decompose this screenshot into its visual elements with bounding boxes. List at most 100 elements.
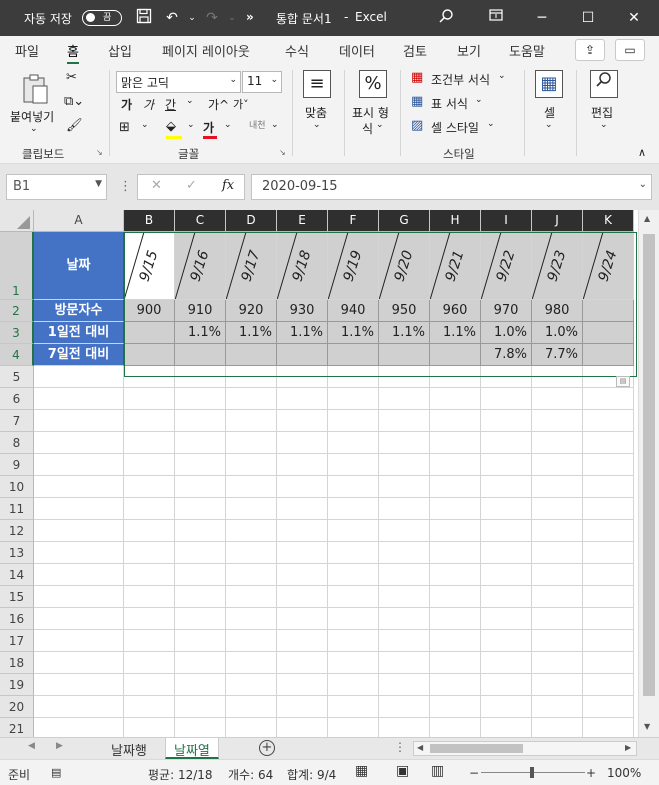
cell-i14[interactable]	[481, 564, 532, 586]
cell-c7[interactable]	[175, 410, 226, 432]
prev-sheet-icon[interactable]: ◀	[28, 741, 35, 751]
horizontal-scroll-thumb[interactable]	[430, 744, 523, 753]
cell-e5[interactable]	[277, 366, 328, 388]
cell-b20[interactable]	[124, 696, 175, 718]
column-header-a[interactable]: A	[34, 210, 124, 232]
cell-j3[interactable]: 1.0%	[532, 322, 583, 344]
chevron-down-icon[interactable]: ⌄	[600, 120, 608, 130]
cell-a11[interactable]	[34, 498, 124, 520]
cell-j15[interactable]	[532, 586, 583, 608]
cell-d11[interactable]	[226, 498, 277, 520]
name-box[interactable]: B1 ▼	[6, 174, 107, 200]
cell-e1[interactable]: 9/18	[277, 232, 328, 300]
cell-h6[interactable]	[430, 388, 481, 410]
cell-j5[interactable]	[532, 366, 583, 388]
cell-d2[interactable]: 920	[226, 300, 277, 322]
cell-j8[interactable]	[532, 432, 583, 454]
row-header-10[interactable]: 10	[0, 476, 34, 498]
cell-k4[interactable]	[583, 344, 634, 366]
cell-b5[interactable]	[124, 366, 175, 388]
column-header-g[interactable]: G	[379, 210, 430, 232]
tab-help[interactable]: 도움말	[509, 41, 545, 60]
cell-j21[interactable]	[532, 718, 583, 737]
maximize-icon[interactable]: ☐	[578, 8, 598, 28]
sheet-tab-date-column[interactable]: 날짜열	[165, 738, 219, 759]
cell-b7[interactable]	[124, 410, 175, 432]
cell-c13[interactable]	[175, 542, 226, 564]
cell-b12[interactable]	[124, 520, 175, 542]
cell-c2[interactable]: 910	[175, 300, 226, 322]
undo-icon[interactable]: ↶	[162, 8, 182, 28]
cell-e9[interactable]	[277, 454, 328, 476]
row-header-7[interactable]: 7	[0, 410, 34, 432]
cell-j12[interactable]	[532, 520, 583, 542]
cell-j13[interactable]	[532, 542, 583, 564]
cell-j14[interactable]	[532, 564, 583, 586]
cell-styles-button[interactable]: 셀 스타일	[431, 119, 479, 136]
format-painter-icon[interactable]: 🖌	[66, 118, 83, 133]
cell-h3[interactable]: 1.1%	[430, 322, 481, 344]
cell-g11[interactable]	[379, 498, 430, 520]
cell-h18[interactable]	[430, 652, 481, 674]
cell-c15[interactable]	[175, 586, 226, 608]
ribbon-display-icon[interactable]	[486, 8, 506, 28]
alignment-label[interactable]: 맞춤	[305, 104, 327, 121]
cell-g6[interactable]	[379, 388, 430, 410]
cell-k14[interactable]	[583, 564, 634, 586]
row-header-17[interactable]: 17	[0, 630, 34, 652]
cell-b17[interactable]	[124, 630, 175, 652]
cell-a19[interactable]	[34, 674, 124, 696]
sheet-tab-date-row[interactable]: 날짜행	[103, 738, 155, 759]
grow-font-button[interactable]: 가^	[208, 96, 229, 113]
cell-i16[interactable]	[481, 608, 532, 630]
font-name-select[interactable]: 맑은 고딕 ⌄	[116, 71, 241, 93]
cell-j11[interactable]	[532, 498, 583, 520]
cell-g18[interactable]	[379, 652, 430, 674]
cell-j9[interactable]	[532, 454, 583, 476]
normal-view-icon[interactable]: ▦	[355, 763, 368, 779]
cell-e19[interactable]	[277, 674, 328, 696]
cell-g8[interactable]	[379, 432, 430, 454]
row-header-18[interactable]: 18	[0, 652, 34, 674]
cell-d13[interactable]	[226, 542, 277, 564]
cell-j16[interactable]	[532, 608, 583, 630]
underline-dropdown-icon[interactable]: ⌄	[186, 96, 194, 106]
format-table-button[interactable]: 표 서식	[431, 95, 468, 112]
cell-e8[interactable]	[277, 432, 328, 454]
borders-icon[interactable]: ⊞	[119, 120, 130, 135]
horizontal-scrollbar[interactable]: ◀ ▶	[413, 741, 637, 756]
cell-g7[interactable]	[379, 410, 430, 432]
cell-k17[interactable]	[583, 630, 634, 652]
cell-i7[interactable]	[481, 410, 532, 432]
cell-k19[interactable]	[583, 674, 634, 696]
cell-f16[interactable]	[328, 608, 379, 630]
cell-a15[interactable]	[34, 586, 124, 608]
cell-h16[interactable]	[430, 608, 481, 630]
close-icon[interactable]: ✕	[624, 8, 644, 28]
cell-d4[interactable]	[226, 344, 277, 366]
italic-button[interactable]: 가	[143, 96, 154, 113]
cell-i15[interactable]	[481, 586, 532, 608]
cell-c5[interactable]	[175, 366, 226, 388]
cell-a14[interactable]	[34, 564, 124, 586]
select-all-button[interactable]	[0, 210, 34, 232]
cell-f15[interactable]	[328, 586, 379, 608]
cell-k12[interactable]	[583, 520, 634, 542]
cell-h7[interactable]	[430, 410, 481, 432]
bold-button[interactable]: 가	[121, 96, 132, 113]
chevron-down-icon[interactable]: ⌄	[313, 120, 321, 130]
cell-j4[interactable]: 7.7%	[532, 344, 583, 366]
cell-b19[interactable]	[124, 674, 175, 696]
row-header-20[interactable]: 20	[0, 696, 34, 718]
cell-e11[interactable]	[277, 498, 328, 520]
cell-g10[interactable]	[379, 476, 430, 498]
cell-h20[interactable]	[430, 696, 481, 718]
paste-label[interactable]: 붙여넣기	[10, 108, 54, 125]
cell-h19[interactable]	[430, 674, 481, 696]
cells-icon[interactable]: ▦	[535, 70, 563, 98]
cell-i3[interactable]: 1.0%	[481, 322, 532, 344]
cell-c8[interactable]	[175, 432, 226, 454]
tab-data[interactable]: 데이터	[339, 41, 375, 60]
copy-icon[interactable]: ⧉⌄	[64, 94, 84, 109]
add-sheet-button[interactable]: +	[259, 740, 275, 756]
